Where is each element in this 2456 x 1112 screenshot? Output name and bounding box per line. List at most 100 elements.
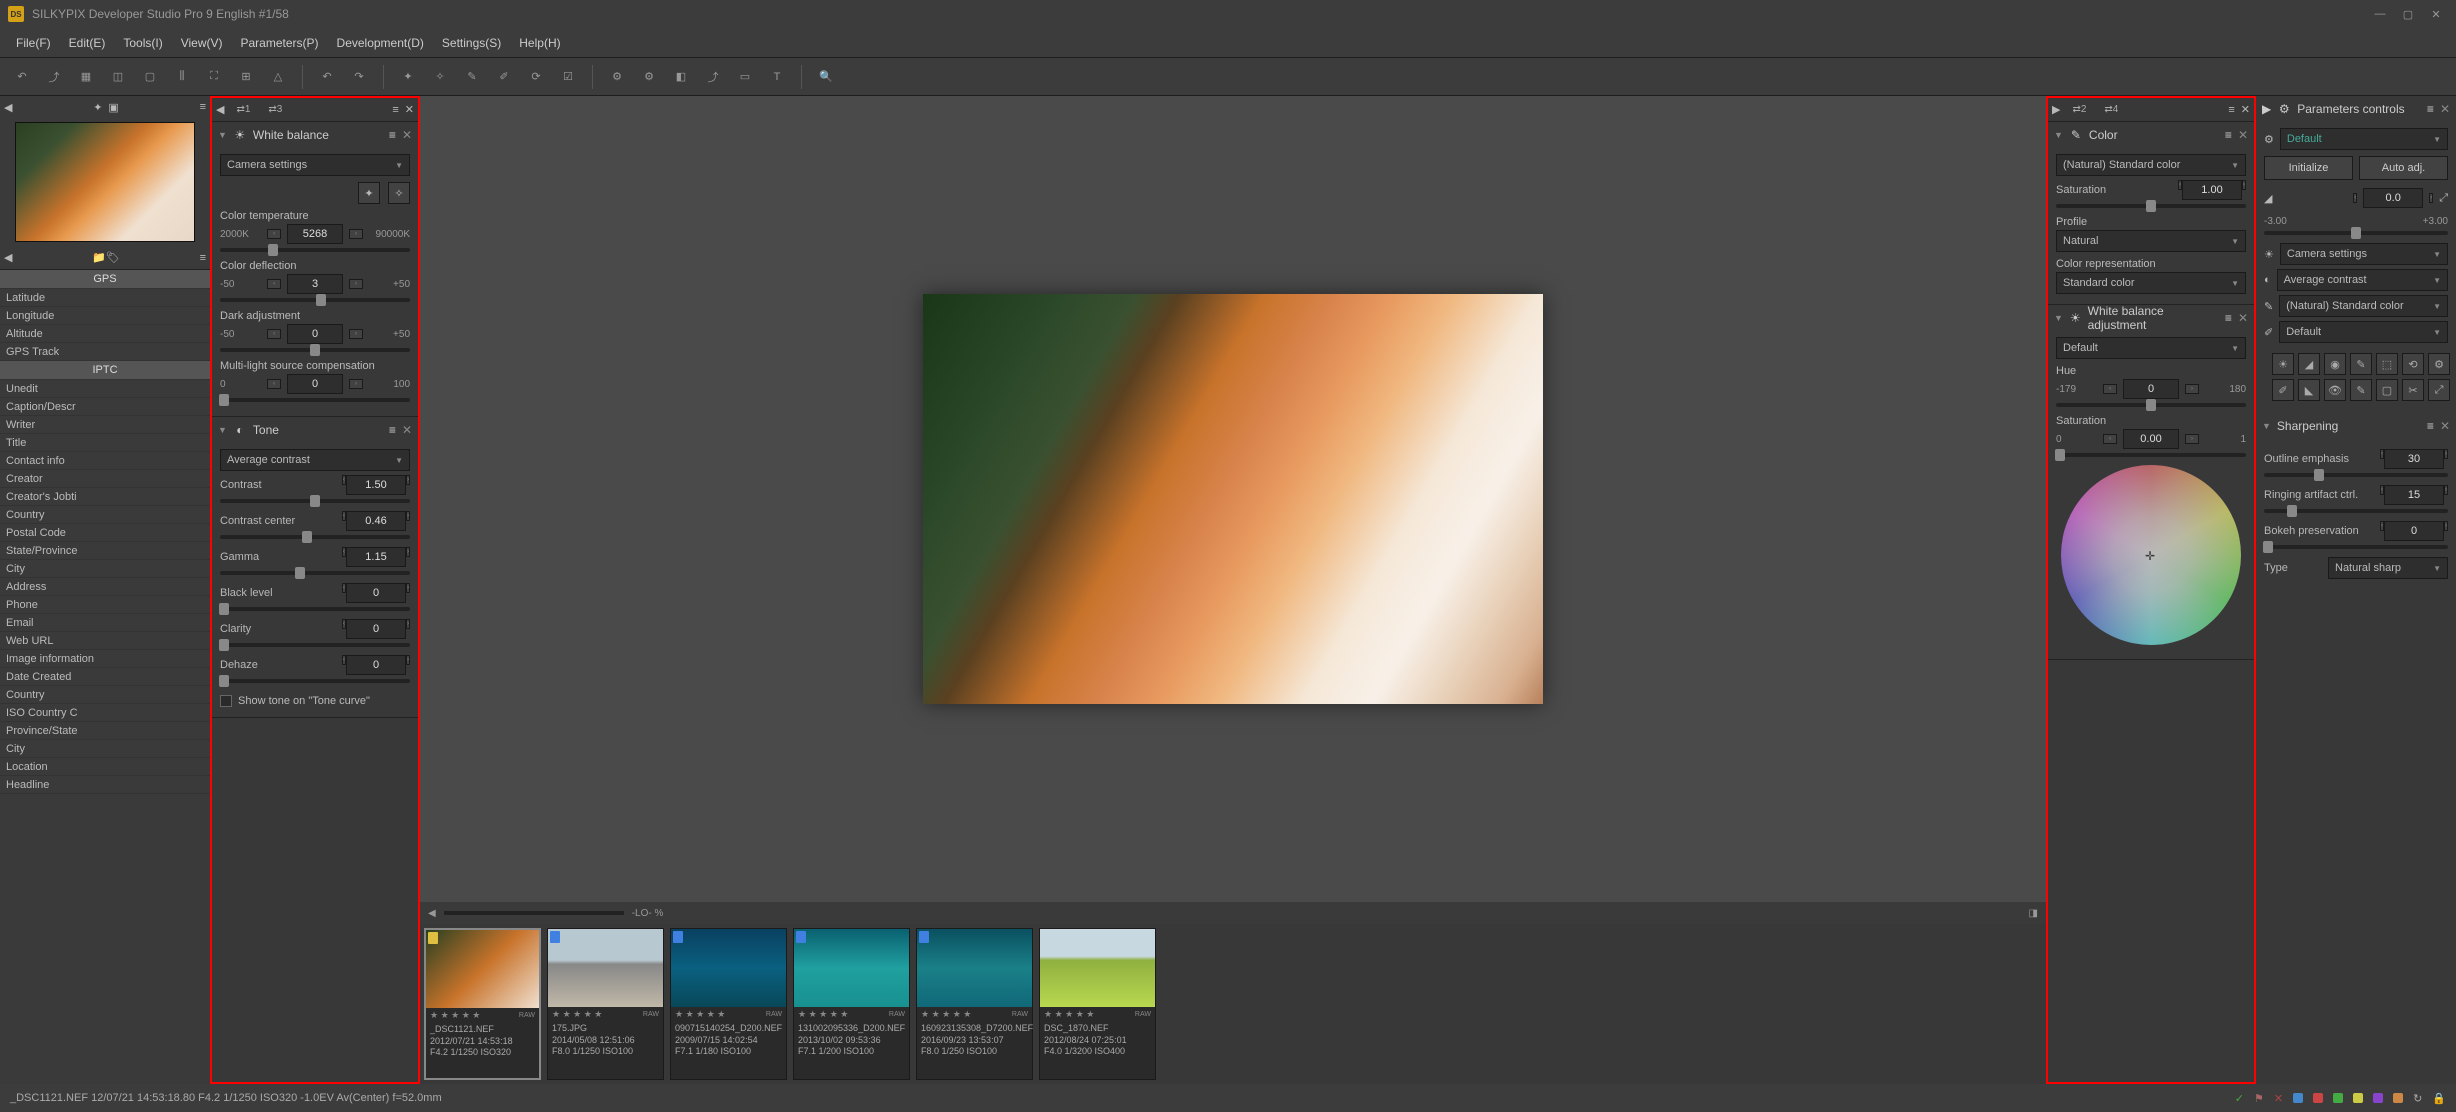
image-viewer[interactable]	[420, 96, 2046, 902]
tool-icon-6[interactable]: ⟲	[2402, 353, 2424, 375]
param-tone-dropdown[interactable]: Average contrast▼	[2277, 269, 2448, 291]
menu-file[interactable]: File(F)	[8, 32, 59, 54]
gps-row[interactable]: Latitude	[0, 289, 210, 307]
wba-sat-slider[interactable]	[2056, 453, 2246, 457]
collapse-left-icon[interactable]: ◀	[4, 101, 12, 114]
temp-dec[interactable]: ‹	[267, 229, 280, 239]
panel-tab-4[interactable]: ⇄4	[2098, 102, 2124, 117]
warning-icon[interactable]: △	[264, 63, 292, 91]
iptc-row[interactable]: Country	[0, 506, 210, 524]
menu-tools[interactable]: Tools(I)	[115, 32, 170, 54]
tool-icon-14[interactable]: ⤢	[2428, 379, 2450, 401]
temp-value[interactable]: 5268	[287, 224, 344, 244]
wba-preset-dropdown[interactable]: Default▼	[2056, 337, 2246, 359]
sharp-type-dropdown[interactable]: Natural sharp▼	[2328, 557, 2448, 579]
split-view-icon[interactable]: ◫	[104, 63, 132, 91]
brush-icon[interactable]: ✎	[458, 63, 486, 91]
purple-dot[interactable]	[2373, 1093, 2383, 1103]
iptc-row[interactable]: Web URL	[0, 632, 210, 650]
wb-collapse-icon[interactable]: ▼	[218, 130, 227, 140]
tone-preset-dropdown[interactable]: Average contrast▼	[220, 449, 410, 471]
red-dot[interactable]	[2313, 1093, 2323, 1103]
dark-slider[interactable]	[220, 348, 410, 352]
sharp-collapse-icon[interactable]: ▼	[2262, 421, 2271, 431]
tool-icon-4[interactable]: ✎	[2350, 353, 2372, 375]
params-close-icon[interactable]: ✕	[2440, 102, 2450, 116]
wand2-icon[interactable]: ✧	[426, 63, 454, 91]
wb-close-icon[interactable]: ✕	[402, 128, 412, 142]
iptc-row[interactable]: Date Created	[0, 668, 210, 686]
multi-value[interactable]: 0	[287, 374, 344, 394]
wb-preset-dropdown[interactable]: Camera settings▼	[220, 154, 410, 176]
iptc-row[interactable]: Postal Code	[0, 524, 210, 542]
thumbnail[interactable]: ★ ★ ★ ★ ★ RAW131002095336_D200.NEF2013/1…	[793, 928, 910, 1080]
iptc-row[interactable]: Province/State	[0, 722, 210, 740]
iptc-row[interactable]: Creator's Jobti	[0, 488, 210, 506]
thumbnail[interactable]: ★ ★ ★ ★ ★ RAW160923135308_D7200.NEF2016/…	[916, 928, 1033, 1080]
wba-collapse-icon[interactable]: ▼	[2054, 313, 2063, 323]
tool-icon-12[interactable]: ▢	[2376, 379, 2398, 401]
panel-tab-2[interactable]: ⇄2	[2066, 102, 2092, 117]
exposure-slider[interactable]	[2264, 231, 2448, 235]
fullscreen-icon[interactable]: ⛶	[200, 63, 228, 91]
param-default-dropdown[interactable]: Default▼	[2279, 321, 2448, 343]
collapse-info-icon[interactable]: ◀	[4, 251, 12, 264]
orange-dot[interactable]	[2393, 1093, 2403, 1103]
default-preset-dropdown[interactable]: Default▼	[2280, 128, 2448, 150]
iptc-row[interactable]: Country	[0, 686, 210, 704]
tool-icon-3[interactable]: ◉	[2324, 353, 2346, 375]
iptc-row[interactable]: Image information	[0, 650, 210, 668]
expand-panel-icon[interactable]: ▶	[2052, 103, 2060, 116]
iptc-row[interactable]: Contact info	[0, 452, 210, 470]
grid-icon[interactable]: ▦	[72, 63, 100, 91]
folder-icon[interactable]: 📁	[92, 251, 106, 264]
pen-icon[interactable]: ✐	[490, 63, 518, 91]
yellow-dot[interactable]	[2353, 1093, 2363, 1103]
viewer-tool-icon[interactable]: ◨	[2029, 908, 2038, 919]
expand-icon[interactable]: ▶	[2262, 102, 2271, 116]
tool-icon-7[interactable]: ⚙	[2428, 353, 2450, 375]
reset-icon[interactable]: ⤢	[2439, 192, 2448, 205]
deflect-value[interactable]: 3	[287, 274, 344, 294]
undo-history-icon[interactable]: ↶	[8, 63, 36, 91]
param-wb-dropdown[interactable]: Camera settings▼	[2280, 243, 2448, 265]
thumbnail[interactable]: ★ ★ ★ ★ ★ RAW_DSC1121.NEF2012/07/21 14:5…	[424, 928, 541, 1080]
undo-icon[interactable]: ↶	[313, 63, 341, 91]
gear-icon[interactable]: ⚙	[2264, 133, 2274, 146]
deflect-slider[interactable]	[220, 298, 410, 302]
blue-dot[interactable]	[2293, 1093, 2303, 1103]
iptc-row[interactable]: ISO Country C	[0, 704, 210, 722]
tool-icon-8[interactable]: ✐	[2272, 379, 2294, 401]
iptc-row[interactable]: Phone	[0, 596, 210, 614]
tool-icon-5[interactable]: ⬚	[2376, 353, 2398, 375]
close-window-button[interactable]: ✕	[2424, 4, 2448, 24]
show-tone-checkbox[interactable]	[220, 695, 232, 707]
iptc-row[interactable]: City	[0, 560, 210, 578]
iptc-row[interactable]: Headline	[0, 776, 210, 794]
panel-menu-icon[interactable]: ≡	[392, 104, 398, 116]
tone-menu-icon[interactable]: ≡	[389, 423, 396, 437]
preview-tool2-icon[interactable]: ▣	[108, 101, 118, 114]
color-wheel[interactable]: ✛	[2061, 465, 2241, 645]
iptc-row[interactable]: Title	[0, 434, 210, 452]
panel-menu-icon[interactable]: ≡	[200, 101, 206, 113]
green-dot[interactable]	[2333, 1093, 2343, 1103]
tone-collapse-icon[interactable]: ▼	[218, 425, 227, 435]
thumbnails-icon[interactable]: ⊞	[232, 63, 260, 91]
panel-close-icon[interactable]: ✕	[2241, 103, 2250, 116]
iptc-row[interactable]: State/Province	[0, 542, 210, 560]
sharp-menu-icon[interactable]: ≡	[2427, 419, 2434, 433]
x-icon[interactable]: ✕	[2274, 1092, 2283, 1105]
thumbnail[interactable]: ★ ★ ★ ★ ★ RAW090715140254_D200.NEF2009/0…	[670, 928, 787, 1080]
dark-value[interactable]: 0	[287, 324, 344, 344]
search-icon[interactable]: 🔍	[812, 63, 840, 91]
color-menu-icon[interactable]: ≡	[2225, 128, 2232, 142]
tool-icon-13[interactable]: ✂	[2402, 379, 2424, 401]
hue-slider[interactable]	[2056, 403, 2246, 407]
param-color-dropdown[interactable]: (Natural) Standard color▼	[2279, 295, 2448, 317]
iptc-row[interactable]: Caption/Descr	[0, 398, 210, 416]
menu-view[interactable]: View(V)	[173, 32, 231, 54]
compare-icon[interactable]: ⫼	[168, 63, 196, 91]
menu-edit[interactable]: Edit(E)	[61, 32, 114, 54]
export2-icon[interactable]: ⤴	[699, 63, 727, 91]
